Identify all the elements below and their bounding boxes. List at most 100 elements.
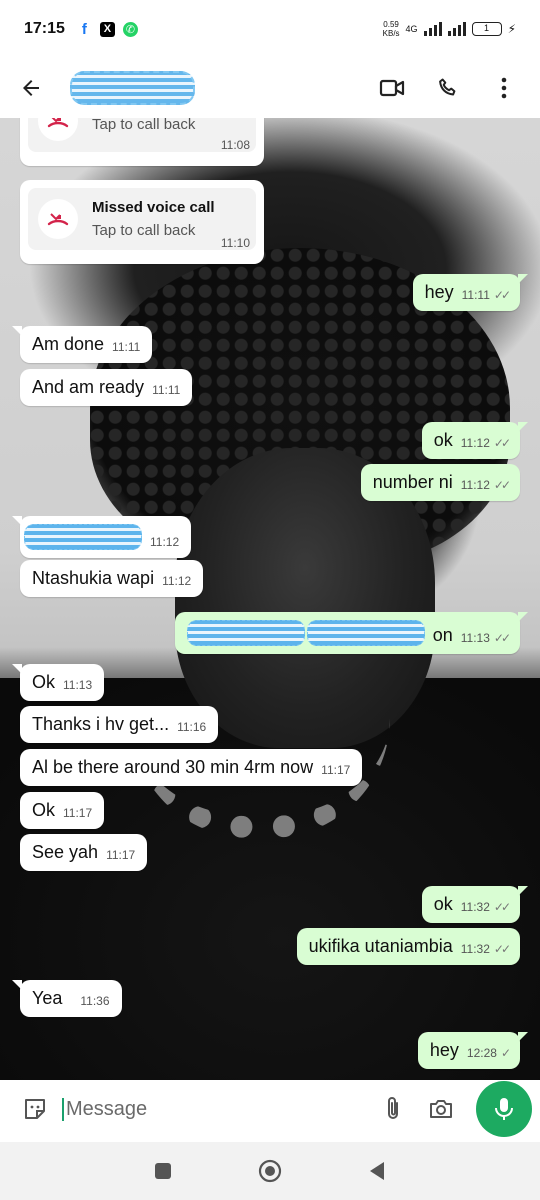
chat-header xyxy=(0,58,540,118)
message-time: 11:36 xyxy=(80,994,110,1008)
message-time: 11:11 xyxy=(152,383,181,397)
video-call-button[interactable] xyxy=(378,74,406,102)
read-ticks-icon: ✓✓ xyxy=(493,631,511,645)
redacted-text xyxy=(24,524,142,550)
message-bubble-out[interactable]: hey 12:28 ✓ xyxy=(417,1032,529,1069)
redacted-text xyxy=(186,620,305,646)
status-left: 17:15 f X ✆ xyxy=(24,20,138,38)
message-bubble-in[interactable]: And am ready 11:11 xyxy=(20,369,193,406)
missed-call-card[interactable]: Tap to call back 11:08 xyxy=(20,118,264,166)
voice-call-icon xyxy=(439,78,456,96)
call-time: 11:10 xyxy=(220,236,250,250)
status-bar: 17:15 f X ✆ 0.59 KB/s 4G 1 ⚡ xyxy=(0,0,540,58)
read-ticks-icon: ✓✓ xyxy=(493,942,511,956)
sticker-icon[interactable] xyxy=(22,1096,48,1122)
message-bubble-out[interactable]: number ni 11:12 ✓✓ xyxy=(360,464,520,501)
message-input[interactable]: Message xyxy=(62,1097,147,1121)
message-time: 11:13 xyxy=(63,678,93,692)
signal-icon xyxy=(423,22,442,36)
message-bubble-in[interactable]: Yea 11:36 xyxy=(12,980,122,1017)
home-icon xyxy=(258,1159,282,1183)
sent-tick-icon: ✓ xyxy=(500,1046,511,1060)
message-input-box[interactable]: Message xyxy=(6,1081,470,1137)
message-time: 11:12 xyxy=(150,535,180,549)
net-speed-unit: KB/s xyxy=(382,29,400,38)
message-text: ukifika utaniambia xyxy=(308,936,453,956)
attach-icon[interactable] xyxy=(384,1096,402,1122)
mic-icon xyxy=(495,1098,513,1120)
message-bubble-out[interactable]: ok 11:12 ✓✓ xyxy=(421,422,529,459)
message-time: 11:11 xyxy=(461,288,490,302)
call-subtitle: Tap to call back xyxy=(92,222,196,239)
facebook-icon: f xyxy=(81,20,87,38)
message-bubble-in[interactable]: Al be there around 30 min 4rm now 11:17 xyxy=(20,749,363,786)
message-time: 11:32 xyxy=(460,900,490,914)
video-call-icon xyxy=(379,79,405,97)
message-time: 11:17 xyxy=(106,848,136,862)
recent-apps-icon xyxy=(155,1163,172,1179)
status-time: 17:15 xyxy=(24,20,65,37)
back-nav-button[interactable] xyxy=(362,1156,392,1186)
message-text: See yah xyxy=(32,842,99,862)
read-ticks-icon: ✓✓ xyxy=(493,478,511,492)
message-bubble-in[interactable]: Thanks i hv get... 11:16 xyxy=(20,706,219,743)
message-bubble-in[interactable]: Ntashukia wapi 11:12 xyxy=(20,560,204,597)
message-text: Ntashukia wapi xyxy=(32,568,155,588)
input-actions xyxy=(384,1096,454,1122)
composer: Message xyxy=(0,1080,540,1142)
back-button[interactable] xyxy=(14,71,48,105)
read-ticks-icon: ✓✓ xyxy=(493,436,511,450)
message-text: ok xyxy=(433,894,453,914)
message-text: number ni xyxy=(372,472,453,492)
x-app-icon: X xyxy=(99,21,115,37)
call-time: 11:08 xyxy=(220,138,250,152)
net-speed-value: 0.59 xyxy=(383,20,399,29)
back-arrow-icon xyxy=(23,80,39,96)
voice-call-button[interactable] xyxy=(434,74,462,102)
home-button[interactable] xyxy=(255,1156,285,1186)
message-time: 11:12 xyxy=(460,436,490,450)
message-time: 11:16 xyxy=(177,720,207,734)
message-bubble-out[interactable]: hey 11:11 ✓✓ xyxy=(412,274,529,311)
system-nav-bar xyxy=(0,1142,540,1200)
voice-message-button[interactable] xyxy=(476,1081,532,1137)
call-subtitle: Tap to call back xyxy=(92,118,196,133)
camera-icon[interactable] xyxy=(428,1098,454,1120)
more-options-button[interactable] xyxy=(490,74,518,102)
message-text: Thanks i hv get... xyxy=(32,714,170,734)
network-type: 4G xyxy=(405,24,418,34)
message-time: 12:28 xyxy=(466,1046,497,1060)
message-bubble-out[interactable]: ukifika utaniambia 11:32 ✓✓ xyxy=(296,928,520,965)
message-bubble-in[interactable]: See yah 11:17 xyxy=(20,834,148,871)
redacted-text xyxy=(306,620,425,646)
message-bubble-in[interactable]: Ok 11:17 xyxy=(20,792,105,829)
message-bubble-in[interactable]: 11:12 xyxy=(11,516,192,558)
charging-icon: ⚡ xyxy=(507,22,516,36)
read-ticks-icon: ✓✓ xyxy=(493,288,511,302)
message-text: Am done xyxy=(32,334,105,354)
message-bubble-in[interactable]: Ok 11:13 xyxy=(11,664,105,701)
whatsapp-icon: ✆ xyxy=(122,21,138,37)
contact-name[interactable] xyxy=(70,71,195,105)
message-text: hey xyxy=(424,282,454,302)
more-options-icon xyxy=(501,77,507,99)
message-time: 11:17 xyxy=(321,763,351,777)
chat-area[interactable]: Tap to call back 11:08 Missed voice call… xyxy=(0,118,540,1080)
message-time: 11:12 xyxy=(460,478,490,492)
message-bubble-in[interactable]: Am done 11:11 xyxy=(11,326,153,363)
recent-apps-button[interactable] xyxy=(148,1156,178,1186)
header-actions xyxy=(378,74,526,102)
missed-call-card[interactable]: Missed voice call Tap to call back 11:10 xyxy=(20,180,264,264)
message-text: Yea xyxy=(32,988,63,1008)
net-speed: 0.59 KB/s xyxy=(383,20,400,38)
message-bubble-out[interactable]: ok 11:32 ✓✓ xyxy=(421,886,529,923)
battery-icon: 1 xyxy=(471,22,502,36)
message-text: on xyxy=(432,625,453,645)
message-bubble-out[interactable]: on 11:13 ✓✓ xyxy=(174,612,529,654)
read-ticks-icon: ✓✓ xyxy=(493,900,511,914)
missed-call-icon xyxy=(38,199,78,239)
message-text: ok xyxy=(433,430,453,450)
status-right: 0.59 KB/s 4G 1 ⚡ xyxy=(383,20,516,38)
message-text: Ok xyxy=(32,672,56,692)
message-time: 11:12 xyxy=(162,574,192,588)
